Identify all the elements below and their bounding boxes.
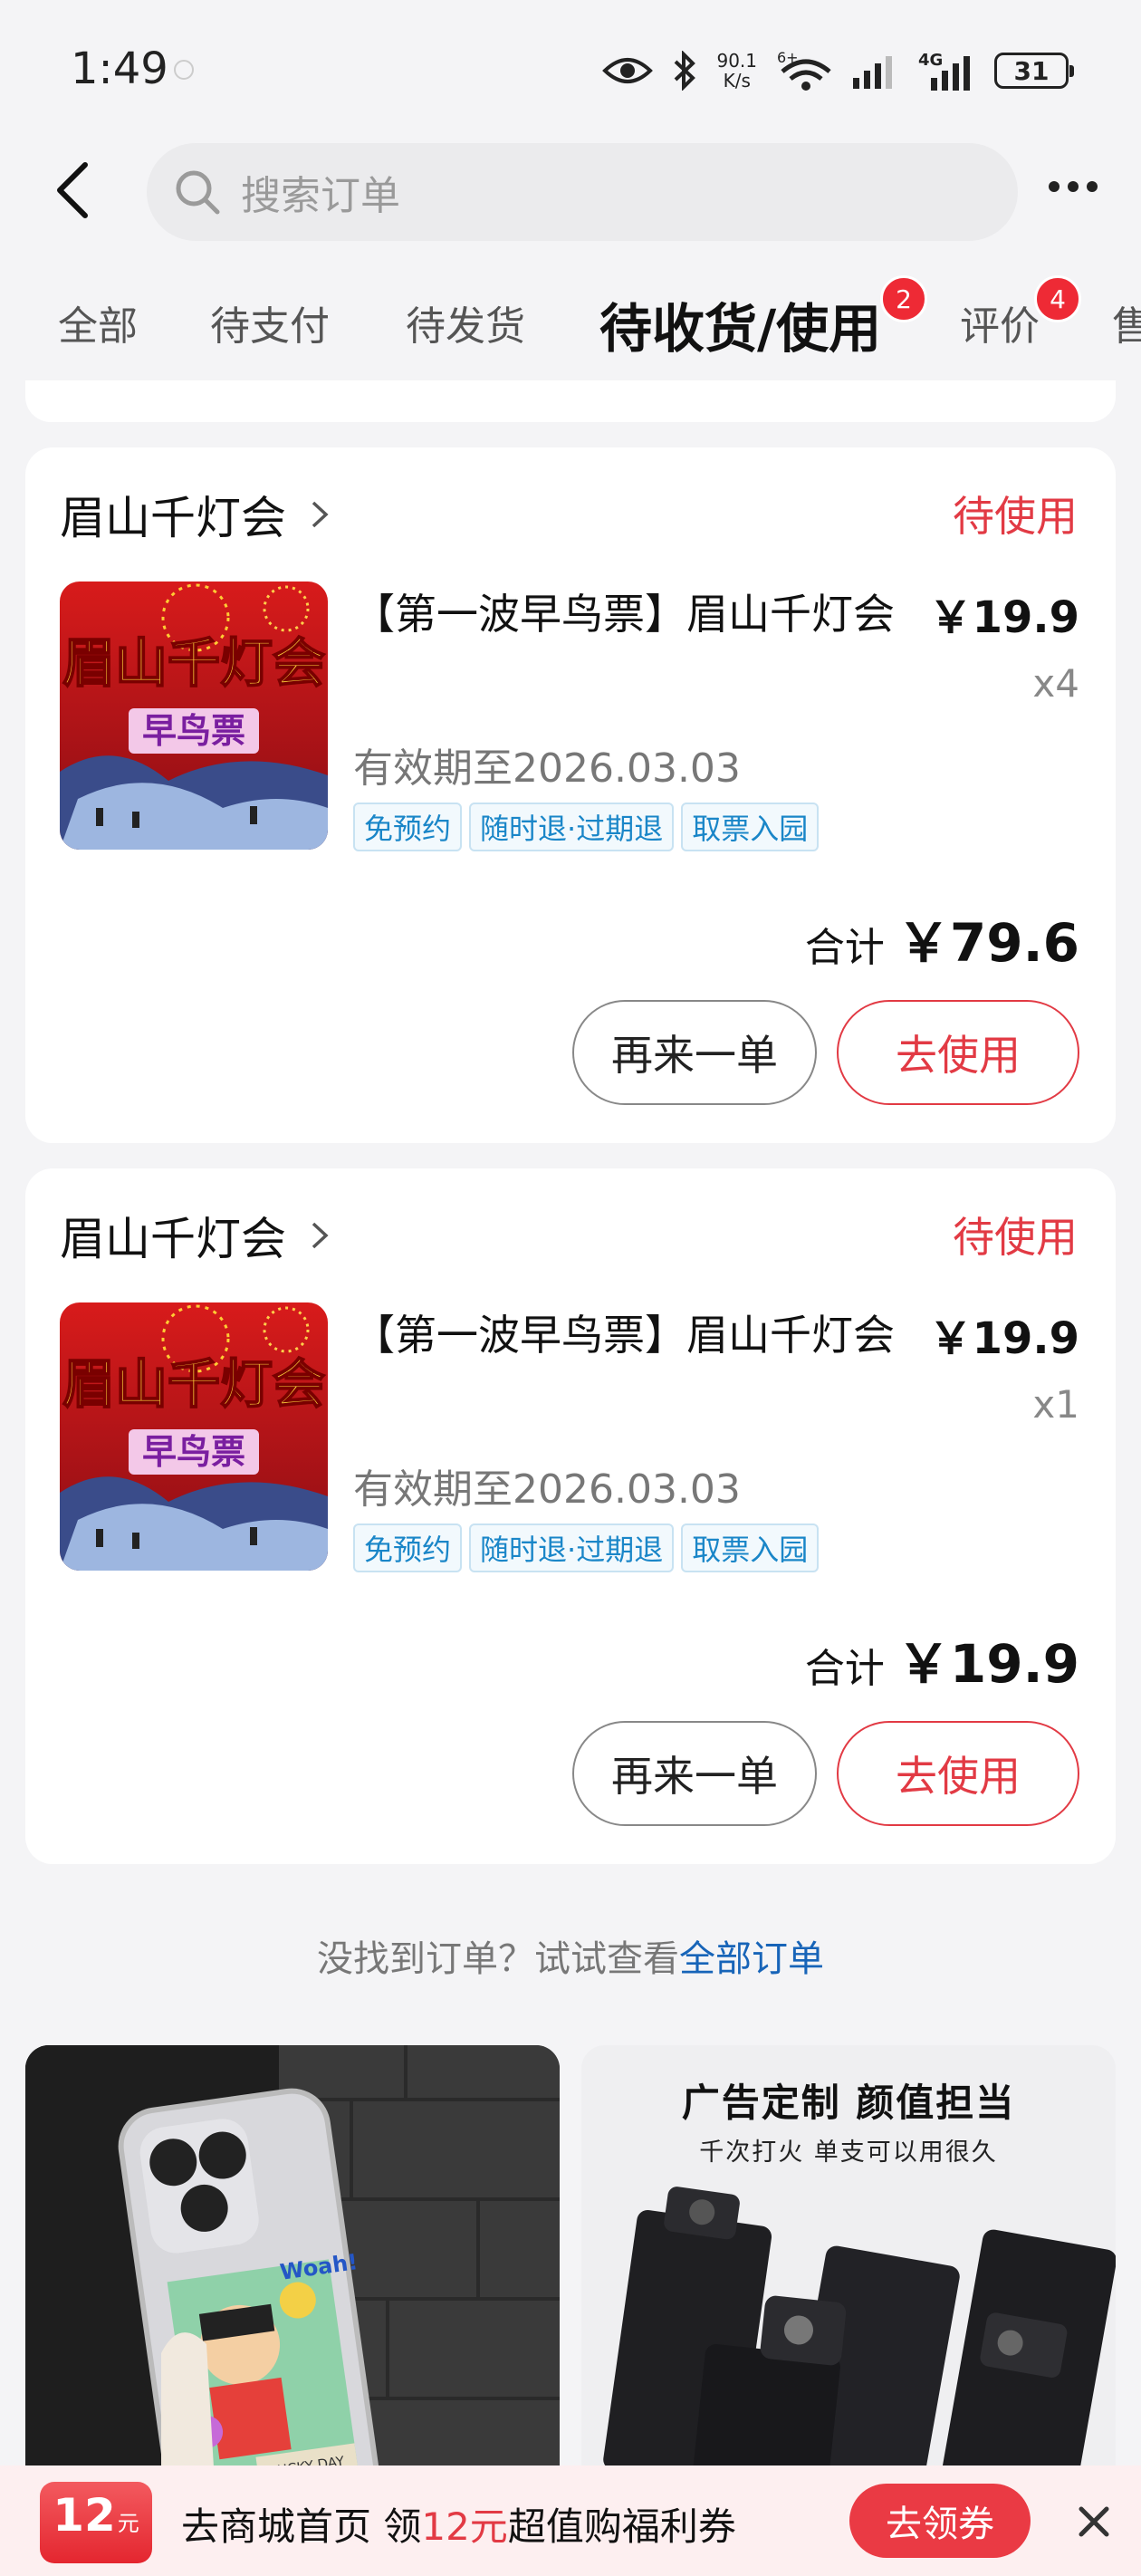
total-value: ￥19.9 (896, 1633, 1079, 1695)
total-label: 合计 (804, 925, 885, 971)
promo-banner: 12 元 去商城首页 领12元超值购福利券 去领券 (0, 2465, 1141, 2576)
ad-title: 广告定制 颜值担当 (681, 2081, 1016, 2125)
tag-ticket-entry: 取票入园 (681, 1523, 820, 1572)
product-price: ￥19.9 (928, 592, 1079, 643)
shop-name: 眉山千灯会 (60, 1213, 286, 1265)
total-label: 合计 (804, 1646, 885, 1692)
coupon-icon: 12 元 (40, 2482, 152, 2563)
use-ticket-button[interactable]: 去使用 (837, 1721, 1079, 1826)
order-total: 合计 ￥19.9 (805, 1621, 1079, 1697)
tag-ticket-entry: 取票入园 (681, 803, 820, 851)
tab-pending-receipt[interactable]: 待收货/使用 (599, 286, 881, 362)
order-total: 合计 ￥79.6 (805, 900, 1079, 976)
back-arrow-icon (57, 162, 88, 218)
product-title[interactable]: 【第一波早鸟票】眉山千灯会 (353, 1302, 896, 1362)
tab-all[interactable]: 全部 (58, 293, 138, 351)
service-tags: 免预约 随时退·过期退 取票入园 (353, 1523, 820, 1572)
recommend-card-lighter[interactable]: 广告定制 颜值担当 千次打火 单支可以用很久 (581, 2045, 1116, 2498)
thumb-title: 眉山千灯会 (62, 1353, 325, 1415)
hint-text: 没找到订单？试试查看 (317, 1938, 679, 1980)
order-card[interactable]: 眉山千灯会 待使用 眉山千灯会 早鸟票 【第一波早鸟票】眉山千灯会 ￥19.9 (25, 1168, 1116, 1864)
order-tabs: 全部 待支付 待发货 待收货/使用 2 评价 4 售 (0, 263, 1141, 399)
thumb-title: 眉山千灯会 (62, 632, 325, 694)
ad-subtitle: 千次打火 单支可以用很久 (699, 2139, 998, 2167)
chevron-right-icon (312, 1222, 329, 1249)
lighter-product-image (603, 2187, 1116, 2498)
tab-pending-payment[interactable]: 待支付 (210, 293, 330, 351)
tab-review[interactable]: 评价 (960, 293, 1040, 351)
promo-text: 去商城首页 领12元超值购福利券 (181, 2504, 736, 2549)
search-placeholder: 搜索订单 (241, 173, 400, 219)
product-quantity: x1 (1032, 1382, 1079, 1427)
status-bar: 1:49 90.1 K/s 6+ 4G 31 (0, 0, 1141, 136)
product-quantity: x4 (1032, 661, 1079, 706)
shop-name: 眉山千灯会 (60, 492, 286, 544)
battery-level: 31 (1013, 55, 1050, 86)
order-status: 待使用 (953, 1213, 1078, 1262)
tag-refund: 随时退·过期退 (469, 803, 675, 851)
signal-4g-icon: 4G (918, 51, 970, 91)
eye-icon (602, 58, 654, 83)
coupon-amount: 12 (53, 2489, 116, 2542)
more-options-icon[interactable] (1049, 181, 1098, 192)
tag-refund: 随时退·过期退 (469, 1523, 675, 1572)
chevron-right-icon (312, 501, 329, 528)
coupon-unit: 元 (117, 2511, 139, 2536)
tab-badge-receipt: 2 (880, 275, 927, 322)
thumb-badge: 早鸟票 (142, 711, 245, 751)
reorder-button[interactable]: 再来一单 (572, 1721, 817, 1826)
search-input[interactable]: 搜索订单 (147, 143, 1018, 241)
reorder-button[interactable]: 再来一单 (572, 1000, 817, 1105)
bluetooth-icon (675, 51, 696, 91)
claim-coupon-button[interactable]: 去领券 (849, 2484, 1031, 2558)
back-button[interactable] (54, 154, 109, 226)
status-time: 1:49 (71, 43, 168, 94)
product-thumbnail[interactable]: 眉山千灯会 早鸟票 (60, 1302, 328, 1571)
use-ticket-button[interactable]: 去使用 (837, 1000, 1079, 1105)
validity-date: 有效期至2026.03.03 (353, 745, 741, 792)
previous-card-edge (25, 380, 1116, 422)
net-speed: 90.1 K/s (716, 50, 757, 91)
signal-icon (853, 56, 892, 89)
battery-icon: 31 (994, 53, 1074, 89)
tag-no-reservation: 免预约 (353, 803, 463, 851)
shop-link[interactable]: 眉山千灯会 (60, 1203, 330, 1268)
wifi-icon: 6+ (777, 50, 831, 91)
tab-badge-review: 4 (1034, 275, 1081, 322)
order-card[interactable]: 眉山千灯会 待使用 眉山千灯会 早鸟票 【第一波早鸟票】眉山千灯会 ￥19.9 (25, 447, 1116, 1143)
product-thumbnail[interactable]: 眉山千灯会 早鸟票 (60, 582, 328, 850)
thumb-badge: 早鸟票 (142, 1432, 245, 1472)
close-icon[interactable] (1074, 2502, 1114, 2542)
validity-date: 有效期至2026.03.03 (353, 1466, 741, 1513)
product-price: ￥19.9 (928, 1313, 1079, 1364)
search-icon (176, 170, 220, 215)
empty-hint: 没找到订单？试试查看全部订单 (0, 1929, 1141, 1982)
service-tags: 免预约 随时退·过期退 取票入园 (353, 803, 820, 851)
notification-dot-icon (174, 60, 194, 80)
tab-pending-shipment[interactable]: 待发货 (406, 293, 525, 351)
phone-case-image: Woah! LUCKY DAY (25, 2045, 560, 2498)
recommend-card-phone-case[interactable]: Woah! LUCKY DAY (25, 2045, 560, 2498)
all-orders-link[interactable]: 全部订单 (679, 1938, 824, 1980)
product-title[interactable]: 【第一波早鸟票】眉山千灯会 (353, 582, 896, 641)
top-bar: 搜索订单 (0, 136, 1141, 245)
status-icons: 90.1 K/s 6+ 4G 31 (602, 43, 1074, 98)
order-status: 待使用 (953, 492, 1078, 541)
cell-label: 4G (918, 51, 943, 70)
shop-link[interactable]: 眉山千灯会 (60, 482, 330, 547)
tab-after-sale[interactable]: 售 (1112, 293, 1141, 351)
tag-no-reservation: 免预约 (353, 1523, 463, 1572)
total-value: ￥79.6 (896, 912, 1079, 974)
